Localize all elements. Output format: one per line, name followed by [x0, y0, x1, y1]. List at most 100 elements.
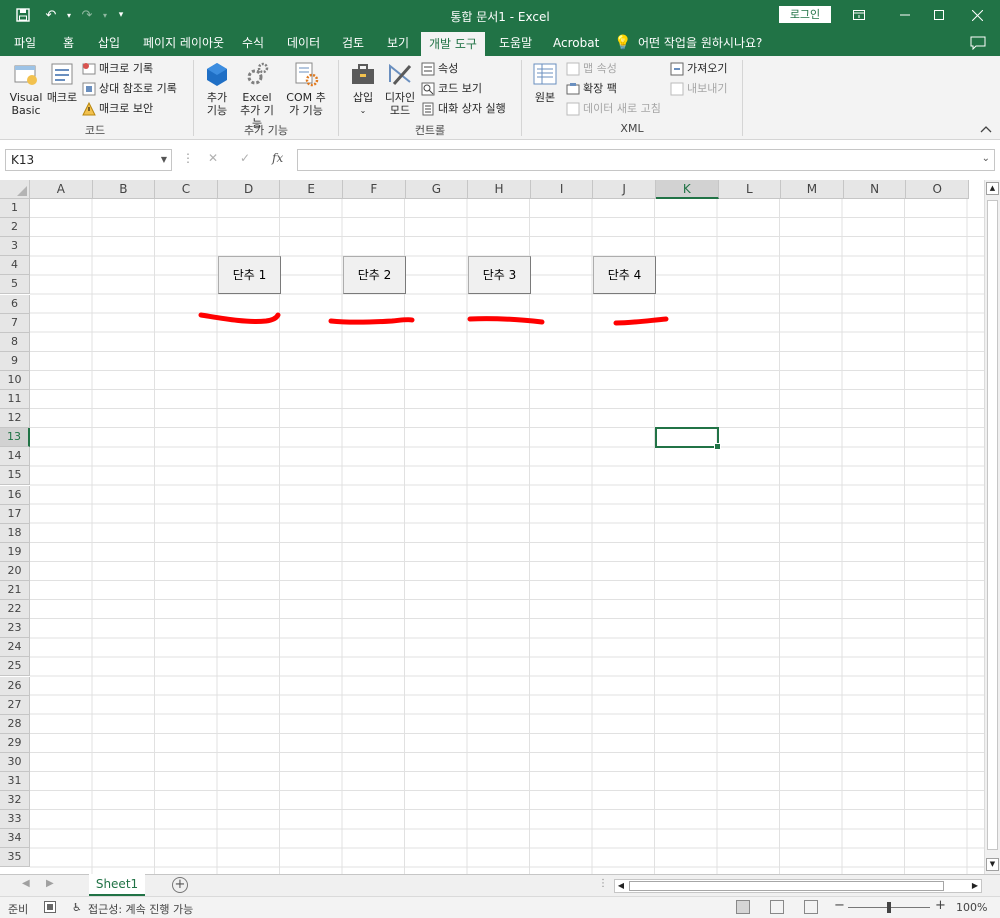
view-code-button[interactable]: 코드 보기	[421, 80, 482, 98]
visual-basic-button[interactable]: Visual Basic	[8, 60, 44, 117]
comments-icon[interactable]	[970, 30, 986, 56]
row-header[interactable]: 31	[0, 772, 30, 792]
row-header[interactable]: 11	[0, 390, 30, 410]
form-button-1[interactable]: 단추 1	[218, 256, 281, 294]
macro-recording-icon[interactable]	[44, 901, 56, 916]
row-header[interactable]: 4	[0, 256, 30, 276]
tab-home[interactable]: 홈	[63, 30, 74, 56]
undo-dropdown-icon[interactable]: ▾	[60, 6, 78, 24]
undo-icon[interactable]: ↶	[42, 6, 60, 24]
tell-me-search[interactable]: 어떤 작업을 원하시나요?	[638, 30, 762, 56]
column-header[interactable]: F	[343, 180, 406, 199]
macro-security-button[interactable]: 매크로 보안	[82, 100, 153, 118]
insert-control-button[interactable]: 삽입 ⌄	[348, 60, 378, 117]
vertical-scrollbar[interactable]: ▲ ▼	[984, 180, 1000, 874]
row-header[interactable]: 12	[0, 409, 30, 429]
row-header[interactable]: 19	[0, 542, 30, 562]
column-header[interactable]: N	[843, 180, 907, 199]
ribbon-display-options-icon[interactable]	[836, 0, 882, 30]
form-button-4[interactable]: 단추 4	[593, 256, 656, 294]
expansion-packs-button[interactable]: 확장 팩	[566, 80, 617, 98]
form-button-3[interactable]: 단추 3	[468, 256, 531, 294]
formula-input[interactable]: ⌄	[297, 149, 995, 171]
row-header[interactable]: 25	[0, 657, 30, 677]
column-header[interactable]: E	[280, 180, 343, 199]
row-header[interactable]: 26	[0, 676, 30, 696]
export-button[interactable]: 내보내기	[670, 80, 727, 98]
accessibility-icon[interactable]: ♿	[72, 901, 82, 914]
insert-function-icon[interactable]: fx	[272, 151, 283, 165]
column-header[interactable]: H	[468, 180, 531, 199]
horizontal-scrollbar[interactable]: ◀ ▶	[614, 879, 982, 893]
name-box[interactable]: K13 ▼	[5, 149, 172, 171]
row-header[interactable]: 7	[0, 313, 30, 333]
row-header[interactable]: 27	[0, 695, 30, 715]
column-header[interactable]: D	[217, 180, 281, 199]
tab-view[interactable]: 보기	[387, 30, 409, 56]
tab-split-handle-icon[interactable]: ⋮	[598, 878, 608, 889]
next-sheet-icon[interactable]: ▶	[46, 878, 54, 889]
scroll-right-icon[interactable]: ▶	[969, 880, 981, 892]
row-header[interactable]: 34	[0, 829, 30, 849]
row-header[interactable]: 20	[0, 561, 30, 581]
column-header[interactable]: G	[405, 180, 469, 199]
row-header[interactable]: 32	[0, 791, 30, 811]
record-macro-button[interactable]: 매크로 기록	[82, 60, 153, 78]
customize-quick-access-icon[interactable]: ▾	[112, 6, 130, 24]
chevron-down-icon[interactable]: ▼	[161, 150, 167, 170]
excel-addins-button[interactable]: Excel 추가 기능	[236, 60, 278, 130]
accessibility-status[interactable]: 접근성: 계속 진행 가능	[88, 901, 193, 917]
prev-sheet-icon[interactable]: ◀	[22, 878, 30, 889]
row-header[interactable]: 5	[0, 275, 30, 295]
column-header[interactable]: M	[781, 180, 844, 199]
tab-formulas[interactable]: 수식	[242, 30, 264, 56]
cells-area[interactable]	[30, 199, 984, 874]
tab-page-layout[interactable]: 페이지 레이아웃	[143, 30, 224, 56]
xml-source-button[interactable]: 원본	[531, 60, 559, 104]
page-layout-view-icon[interactable]	[770, 900, 784, 914]
design-mode-button[interactable]: 디자인 모드	[383, 60, 417, 117]
row-header[interactable]: 22	[0, 600, 30, 620]
row-header[interactable]: 18	[0, 523, 30, 543]
import-button[interactable]: 가져오기	[670, 60, 727, 78]
column-header[interactable]: A	[30, 180, 93, 199]
zoom-out-icon[interactable]: −	[834, 898, 845, 913]
row-header[interactable]: 14	[0, 447, 30, 467]
addins-button[interactable]: 추가 기능	[203, 60, 231, 117]
collapse-ribbon-icon[interactable]	[980, 122, 992, 136]
zoom-in-icon[interactable]: +	[935, 898, 946, 913]
row-header[interactable]: 10	[0, 370, 30, 390]
tab-insert[interactable]: 삽입	[98, 30, 120, 56]
row-header[interactable]: 2	[0, 218, 30, 238]
column-header[interactable]: C	[155, 180, 218, 199]
tab-data[interactable]: 데이터	[287, 30, 320, 56]
scroll-left-icon[interactable]: ◀	[615, 880, 627, 892]
cancel-icon[interactable]: ✕	[208, 151, 218, 165]
column-header[interactable]: B	[92, 180, 156, 199]
column-header[interactable]: J	[593, 180, 656, 199]
row-header[interactable]: 21	[0, 581, 30, 601]
tab-help[interactable]: 도움말	[499, 30, 532, 56]
worksheet-grid[interactable]: ABCDEFGHIJKLMNO 1 2 3 4 5 6 7 8 9 10 11 12 13 14 15 16 1…	[0, 180, 1000, 874]
add-sheet-icon[interactable]: +	[172, 877, 188, 893]
scroll-up-icon[interactable]: ▲	[986, 182, 999, 195]
tab-review[interactable]: 검토	[342, 30, 364, 56]
row-header[interactable]: 9	[0, 351, 30, 371]
row-header[interactable]: 28	[0, 714, 30, 734]
sheet-tab-sheet1[interactable]: Sheet1	[89, 874, 145, 896]
refresh-data-button[interactable]: 데이터 새로 고침	[566, 100, 661, 118]
zoom-level[interactable]: 100%	[956, 901, 987, 914]
form-button-2[interactable]: 단추 2	[343, 256, 406, 294]
com-addins-button[interactable]: COM 추가 기능	[282, 60, 330, 117]
save-icon[interactable]	[14, 6, 32, 24]
login-button[interactable]: 로그인	[779, 6, 831, 23]
column-header[interactable]: O	[906, 180, 969, 199]
row-header[interactable]: 15	[0, 466, 30, 486]
expand-formula-bar-icon[interactable]: ⌄	[982, 153, 990, 164]
row-header[interactable]: 24	[0, 638, 30, 658]
column-header[interactable]: I	[530, 180, 594, 199]
redo-icon[interactable]: ↷	[78, 6, 96, 24]
column-header[interactable]: L	[718, 180, 782, 199]
zoom-slider-thumb[interactable]	[887, 902, 891, 913]
row-header[interactable]: 16	[0, 485, 30, 505]
